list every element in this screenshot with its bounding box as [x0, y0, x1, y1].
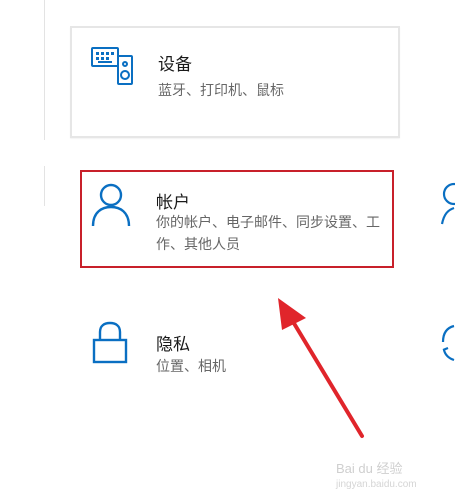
watermark-brand: Bai du 经验 [336, 461, 403, 476]
watermark-url: jingyan.baidu.com [336, 479, 417, 490]
baidu-watermark: Bai du 经验 jingyan.baidu.com [336, 458, 417, 490]
red-arrow-annotation [278, 298, 364, 438]
